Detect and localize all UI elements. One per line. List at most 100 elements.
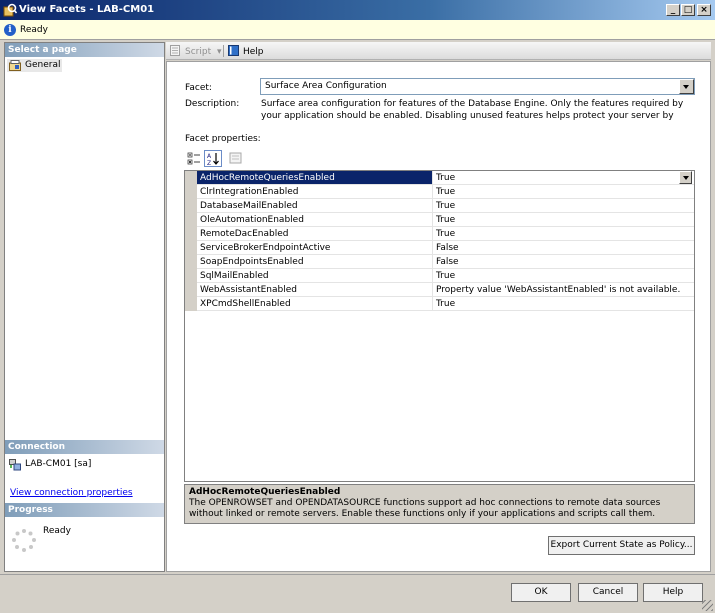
description-text: Surface area configuration for features … (261, 99, 684, 121)
property-value-text: True (436, 201, 456, 211)
facets-icon (3, 3, 17, 17)
chevron-down-icon[interactable] (679, 79, 694, 94)
server-connection-icon (9, 459, 21, 471)
alphabetical-sort-button[interactable]: A Z (204, 150, 222, 167)
page-item-general[interactable]: General (7, 59, 63, 72)
property-value-text: True (436, 229, 456, 239)
property-name[interactable]: SqlMailEnabled (197, 269, 433, 283)
help-toolbar-button[interactable]: Help (228, 45, 264, 57)
progress-status: Ready (43, 526, 71, 536)
row-margin (185, 255, 197, 269)
status-text: Ready (20, 25, 48, 35)
title-bar: View Facets - LAB-CM01 _ □ × (0, 0, 715, 20)
property-value-text: True (436, 187, 456, 197)
row-margin (185, 213, 197, 227)
maximize-button[interactable]: □ (681, 4, 695, 16)
property-name[interactable]: ServiceBrokerEndpointActive (197, 241, 433, 255)
property-value[interactable]: False (433, 255, 694, 269)
property-value[interactable]: True (433, 213, 694, 227)
property-value[interactable]: True (433, 199, 694, 213)
property-value-text: True (436, 299, 456, 309)
facet-dropdown[interactable]: Surface Area Configuration (260, 78, 695, 95)
toolbar-separator (223, 45, 224, 57)
row-margin (185, 227, 197, 241)
row-margin (185, 297, 197, 311)
property-row[interactable]: WebAssistantEnabled Property value 'WebAs… (185, 283, 694, 297)
connection-value: LAB-CM01 [sa] (25, 459, 92, 469)
connection-info: LAB-CM01 [sa] (9, 459, 92, 471)
script-button[interactable]: Script ▾ (170, 45, 222, 57)
property-row[interactable]: ClrIntegrationEnabled True (185, 185, 694, 199)
description-label: Description: (185, 99, 240, 109)
property-name[interactable]: ClrIntegrationEnabled (197, 185, 433, 199)
help-button[interactable]: Help (643, 583, 703, 602)
property-row[interactable]: DatabaseMailEnabled True (185, 199, 694, 213)
window-title: View Facets - LAB-CM01 (19, 4, 155, 15)
property-name[interactable]: DatabaseMailEnabled (197, 199, 433, 213)
property-value[interactable]: True (433, 171, 694, 185)
categorized-icon[interactable] (185, 150, 203, 167)
export-policy-button[interactable]: Export Current State as Policy... (548, 536, 695, 555)
main-content: Facet: Surface Area Configuration Descri… (166, 61, 711, 572)
row-margin (185, 269, 197, 283)
property-value-text: True (436, 173, 456, 183)
property-value[interactable]: Property value 'WebAssistantEnabled' is … (433, 283, 694, 297)
general-page-icon (9, 60, 21, 71)
resize-grip-icon[interactable] (702, 600, 713, 611)
property-row[interactable]: RemoteDacEnabled True (185, 227, 694, 241)
property-value-text: False (436, 257, 459, 267)
property-row[interactable]: OleAutomationEnabled True (185, 213, 694, 227)
property-value[interactable]: True (433, 185, 694, 199)
chevron-down-icon: ▾ (216, 47, 222, 57)
row-margin (185, 199, 197, 213)
ok-button[interactable]: OK (511, 583, 571, 602)
property-name[interactable]: OleAutomationEnabled (197, 213, 433, 227)
row-margin (185, 185, 197, 199)
row-margin (185, 171, 197, 185)
dialog-button-bar: OK Cancel Help (0, 574, 715, 613)
connection-header: Connection (5, 440, 164, 454)
property-value[interactable]: True (433, 269, 694, 283)
script-icon (170, 45, 180, 56)
help-panel-title: AdHocRemoteQueriesEnabled (189, 487, 341, 497)
progress-header: Progress (5, 503, 164, 517)
property-row[interactable]: AdHocRemoteQueriesEnabled True (185, 171, 694, 185)
minimize-button[interactable]: _ (666, 4, 680, 16)
status-bar: i Ready (0, 20, 715, 40)
property-value[interactable]: True (433, 297, 694, 311)
property-value-text: True (436, 215, 456, 225)
cancel-button[interactable]: Cancel (578, 583, 638, 602)
property-grid: AdHocRemoteQueriesEnabled True ClrIntegrat… (184, 170, 695, 482)
view-connection-properties-link[interactable]: View connection properties (10, 488, 133, 498)
property-row[interactable]: SoapEndpointsEnabled False (185, 255, 694, 269)
row-margin (185, 283, 197, 297)
progress-spinner-icon (12, 529, 36, 552)
property-value[interactable]: True (433, 227, 694, 241)
script-label: Script (185, 47, 212, 57)
svg-text:Z: Z (207, 160, 211, 166)
property-row[interactable]: ServiceBrokerEndpointActive False (185, 241, 694, 255)
info-icon: i (4, 24, 16, 36)
close-button[interactable]: × (697, 4, 711, 16)
property-name[interactable]: WebAssistantEnabled (197, 283, 433, 297)
alphabetical-sort-icon: A Z (207, 153, 219, 167)
property-value-text: True (436, 271, 456, 281)
help-book-icon (228, 45, 239, 56)
property-pages-icon[interactable] (227, 150, 245, 167)
property-name[interactable]: RemoteDacEnabled (197, 227, 433, 241)
property-name[interactable]: AdHocRemoteQueriesEnabled (197, 171, 433, 185)
property-name[interactable]: SoapEndpointsEnabled (197, 255, 433, 269)
property-row[interactable]: SqlMailEnabled True (185, 269, 694, 283)
property-help-panel: AdHocRemoteQueriesEnabled The OPENROWSET… (184, 484, 695, 524)
property-value[interactable]: False (433, 241, 694, 255)
svg-text:A: A (207, 153, 212, 160)
property-row[interactable]: XPCmdShellEnabled True (185, 297, 694, 311)
page-item-label: General (25, 60, 61, 70)
property-name[interactable]: XPCmdShellEnabled (197, 297, 433, 311)
help-toolbar-label: Help (243, 47, 264, 57)
property-value-text: False (436, 243, 459, 253)
property-value-text: Property value 'WebAssistantEnabled' is … (436, 285, 681, 295)
chevron-down-icon[interactable] (679, 171, 692, 184)
property-grid-toolbar: A Z (185, 150, 255, 168)
row-margin (185, 241, 197, 255)
